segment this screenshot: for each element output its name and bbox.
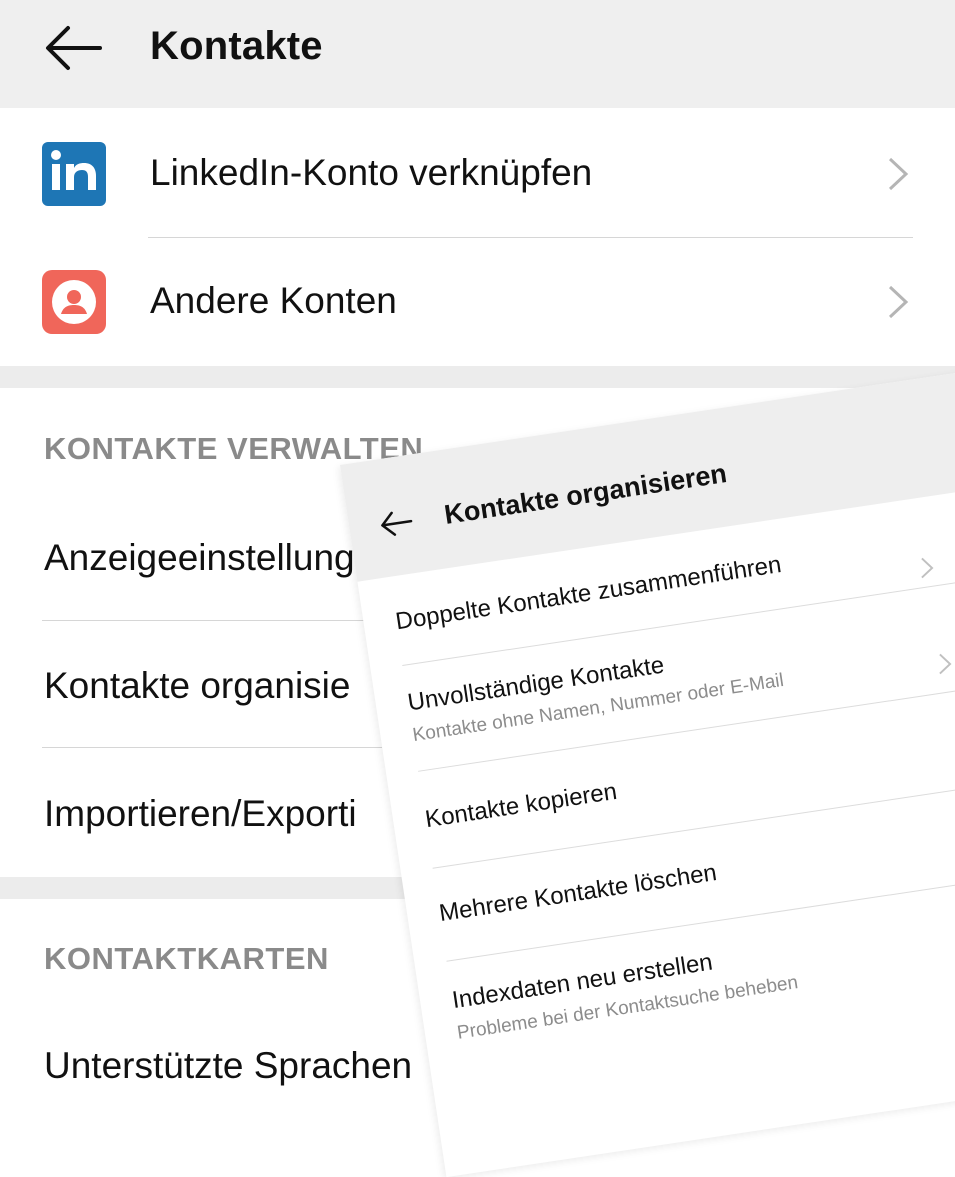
back-arrow-icon[interactable]: [377, 507, 415, 540]
app-bar: Kontakte: [0, 0, 955, 108]
overlay-app-bar: Kontakte organisieren: [340, 361, 955, 582]
section-header-cards: KONTAKTKARTEN: [44, 941, 329, 976]
section-gap: [0, 366, 955, 388]
chevron-right-icon: [939, 653, 952, 675]
linkedin-icon: [42, 142, 106, 206]
account-icon: [42, 270, 106, 334]
divider: [42, 620, 382, 621]
page-title: Kontakte: [150, 24, 323, 68]
organize-contacts-overlay: Kontakte organisieren Doppelte Kontakte …: [340, 361, 955, 1177]
supported-languages-item[interactable]: Unterstützte Sprachen: [44, 1045, 412, 1087]
import-export-item[interactable]: Importieren/Exporti: [44, 793, 357, 835]
delete-multiple-item[interactable]: Mehrere Kontakte löschen: [437, 859, 718, 928]
other-accounts-label: Andere Konten: [150, 280, 397, 321]
copy-contacts-item[interactable]: Kontakte kopieren: [423, 778, 618, 834]
chevron-right-icon: [888, 285, 909, 319]
chevron-right-icon: [921, 557, 934, 579]
other-accounts-row[interactable]: Andere Konten: [0, 238, 955, 366]
linkedin-account-row[interactable]: LinkedIn-Konto verknüpfen: [0, 110, 955, 238]
linkedin-account-label: LinkedIn-Konto verknüpfen: [150, 152, 593, 193]
display-settings-item[interactable]: Anzeigeeinstellungen: [44, 537, 396, 579]
overlay-title: Kontakte organisieren: [442, 458, 729, 530]
divider: [42, 747, 382, 748]
chevron-right-icon: [888, 157, 909, 191]
back-button[interactable]: [40, 22, 106, 74]
organize-contacts-item[interactable]: Kontakte organisie: [44, 665, 350, 707]
back-arrow-icon: [46, 26, 102, 70]
